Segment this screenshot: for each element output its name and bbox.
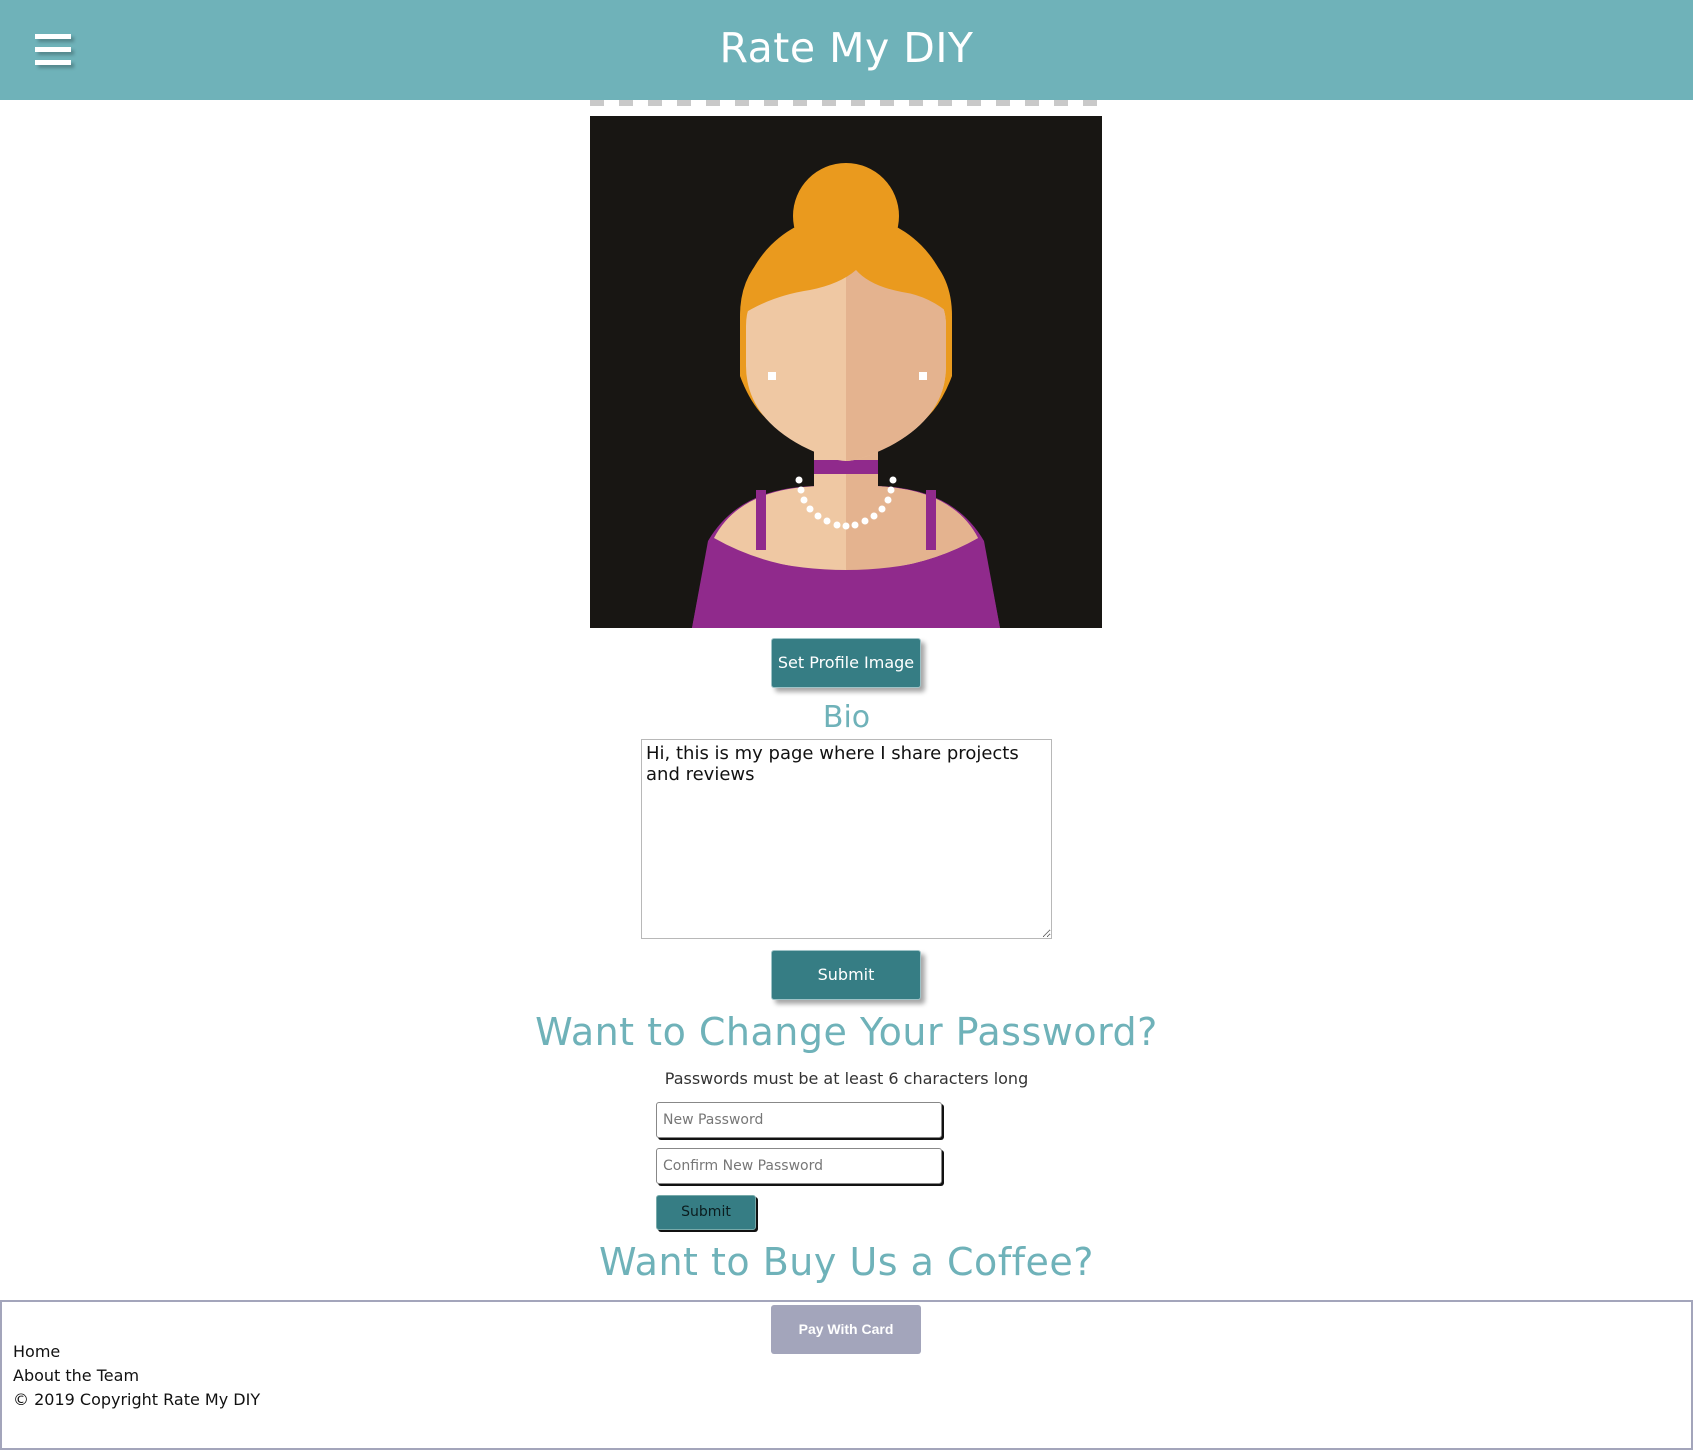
confirm-password-input[interactable] [656, 1148, 942, 1184]
footer-link-about-team[interactable]: About the Team [13, 1364, 260, 1388]
new-password-input[interactable] [656, 1102, 942, 1138]
site-title: Rate My DIY [719, 24, 974, 72]
footer-link-home[interactable]: Home [13, 1340, 260, 1364]
change-password-heading: Want to Change Your Password? [535, 1010, 1158, 1054]
footer-copyright: © 2019 Copyright Rate My DIY [13, 1390, 261, 1409]
female-avatar-illustration [590, 116, 1102, 628]
page: Rate My DIY Set Profile Image Bio Hi, th… [0, 0, 1693, 1450]
footer-links: Home About the Team © 2019 Copyright Rat… [13, 1340, 260, 1412]
password-submit-button[interactable]: Submit [656, 1195, 756, 1230]
bio-submit-button[interactable]: Submit [771, 950, 921, 1000]
pay-with-card-button[interactable]: Pay With Card [771, 1305, 921, 1354]
bio-heading: Bio [822, 700, 871, 735]
coffee-heading: Want to Buy Us a Coffee? [599, 1240, 1094, 1284]
image-top-border [590, 100, 1102, 106]
top-nav-bar: Rate My DIY [0, 0, 1693, 100]
password-requirement-note: Passwords must be at least 6 characters … [664, 1069, 1029, 1088]
bio-textarea[interactable] [641, 739, 1052, 939]
profile-image [590, 116, 1102, 628]
set-profile-image-button[interactable]: Set Profile Image [771, 638, 921, 688]
